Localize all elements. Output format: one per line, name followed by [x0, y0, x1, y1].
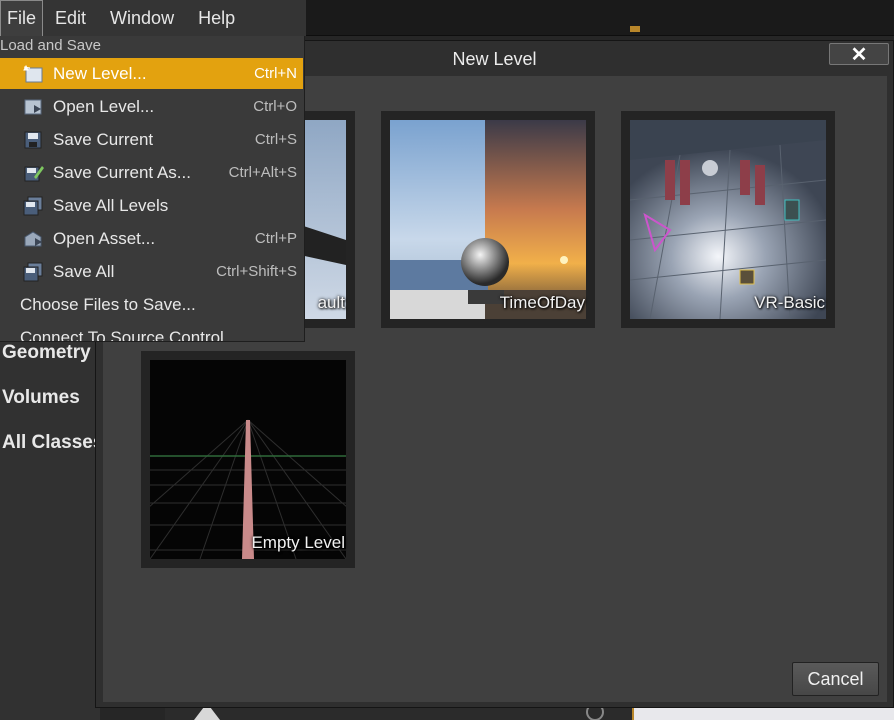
menu-item-label: Save All [53, 262, 115, 281]
menu-item-choose-files-to-save[interactable]: Choose Files to Save... [0, 289, 303, 320]
menu-item-save-current-as[interactable]: Save Current As... Ctrl+Alt+S [0, 157, 303, 188]
template-empty-level-label: Empty Level [251, 533, 345, 552]
menu-item-open-asset[interactable]: Open Asset... Ctrl+P [0, 223, 303, 254]
section-load-and-save: Load and Save [0, 37, 101, 54]
menu-item-label: Open Asset... [53, 229, 156, 248]
template-timeofday-thumbnail [390, 120, 586, 319]
cancel-button[interactable]: Cancel [792, 662, 879, 696]
close-icon: ✕ [850, 43, 868, 66]
menu-item-open-level[interactable]: Open Level... Ctrl+O [0, 91, 303, 122]
menu-item-save-all-levels[interactable]: Save All Levels [0, 190, 303, 221]
main-menu-bar: File Edit Window Help [0, 0, 306, 36]
open-level-icon [24, 99, 42, 115]
menu-item-label: Save Current As... [53, 163, 191, 182]
menu-item-label: Choose Files to Save... [20, 295, 196, 314]
save-icon [24, 131, 42, 149]
template-timeofday-label: TimeOfDay [499, 293, 585, 312]
template-empty-level[interactable]: Empty Level [141, 351, 355, 568]
menu-item-label: Save Current [53, 130, 154, 149]
template-vr-basic-thumbnail [630, 120, 826, 319]
toolbar-accent [630, 26, 640, 32]
menu-item-save-all[interactable]: Save All Ctrl+Shift+S [0, 256, 303, 287]
menu-item-shortcut: Ctrl+O [253, 98, 297, 115]
template-vr-basic-label: VR-Basic [754, 293, 825, 312]
menu-edit[interactable]: Edit [43, 0, 98, 36]
template-default-label: ault [317, 293, 345, 312]
menu-file[interactable]: File [0, 0, 44, 36]
menu-item-label: Connect To Source Control... [20, 328, 238, 342]
menu-item-shortcut: Ctrl+Alt+S [228, 164, 297, 181]
menu-help[interactable]: Help [186, 0, 247, 36]
file-menu-dropdown: Load and Save New Level... Ctrl+N Open L… [0, 36, 305, 342]
menu-item-label: Open Level... [53, 97, 155, 116]
save-all-levels-icon [23, 196, 43, 216]
close-button[interactable]: ✕ [829, 43, 889, 66]
template-timeofday[interactable]: TimeOfDay [381, 111, 595, 328]
menu-item-label: New Level... [53, 64, 147, 83]
open-asset-icon [24, 231, 42, 247]
new-level-icon [23, 64, 43, 83]
category-all-classes[interactable]: All Classes [2, 432, 103, 454]
category-geometry[interactable]: Geometry [2, 342, 91, 364]
place-mode-panel: Geometry Volumes All Classes [0, 340, 103, 720]
menu-item-shortcut: Ctrl+S [254, 131, 297, 148]
menu-item-save-current[interactable]: Save Current Ctrl+S [0, 124, 303, 155]
menu-item-label: Save All Levels [53, 196, 169, 215]
template-empty-level-thumbnail [150, 360, 346, 559]
save-as-icon [24, 166, 44, 182]
category-volumes[interactable]: Volumes [2, 387, 80, 409]
menu-window[interactable]: Window [98, 0, 186, 36]
save-all-icon [23, 262, 43, 282]
menu-item-shortcut: Ctrl+Shift+S [216, 263, 297, 280]
menu-item-new-level[interactable]: New Level... Ctrl+N [0, 58, 303, 89]
menu-item-connect-source-control[interactable]: Connect To Source Control... [0, 322, 303, 342]
menu-item-shortcut: Ctrl+P [254, 230, 297, 247]
menu-item-shortcut: Ctrl+N [254, 65, 297, 82]
template-vr-basic[interactable]: VR-Basic [621, 111, 835, 328]
